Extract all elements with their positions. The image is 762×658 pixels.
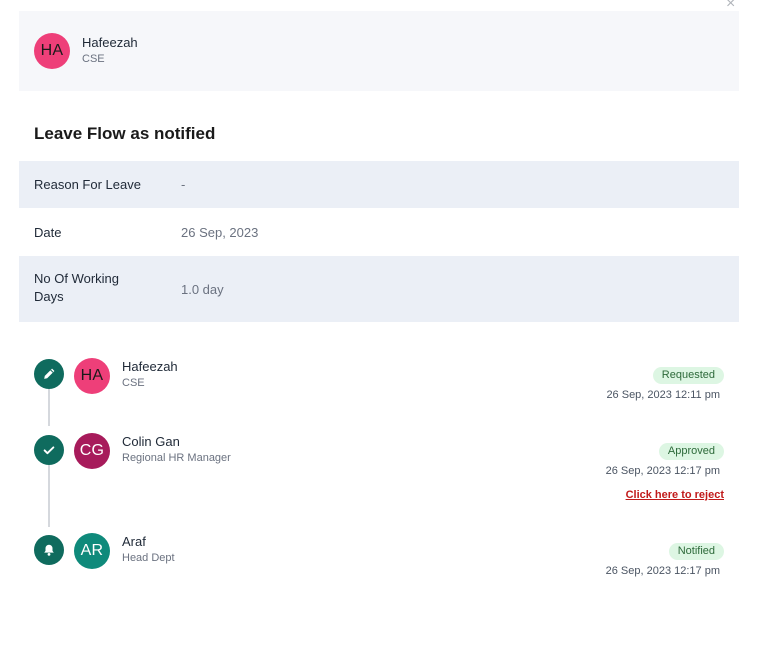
flow-person-name: Araf <box>122 534 146 549</box>
employee-role: CSE <box>82 53 105 65</box>
avatar: CG <box>74 433 110 469</box>
working-days-value: 1.0 day <box>181 282 224 297</box>
date-value: 26 Sep, 2023 <box>181 225 259 240</box>
bell-icon <box>34 535 64 565</box>
detail-row-working-days: No Of Working Days 1.0 day <box>19 256 739 322</box>
status-badge: Approved <box>658 443 724 460</box>
flow-person-name: Colin Gan <box>122 434 180 449</box>
reason-label: Reason For Leave <box>34 177 141 192</box>
employee-header-card: HA Hafeezah CSE <box>19 11 739 91</box>
timeline-connector <box>48 388 50 426</box>
reject-link[interactable]: Click here to reject <box>626 489 724 501</box>
working-days-label: No Of Working Days <box>34 271 120 304</box>
avatar: HA <box>74 358 110 394</box>
flow-person-role: Regional HR Manager <box>122 452 231 464</box>
flow-timestamp: 26 Sep, 2023 12:17 pm <box>605 465 720 477</box>
reason-value: - <box>181 177 186 192</box>
flow-timestamp: 26 Sep, 2023 12:17 pm <box>605 565 720 577</box>
detail-row-reason: Reason For Leave - <box>19 161 739 208</box>
flow-person-name: Hafeezah <box>122 359 178 374</box>
flow-timestamp: 26 Sep, 2023 12:11 pm <box>606 389 720 401</box>
avatar: AR <box>74 533 110 569</box>
section-title: Leave Flow as notified <box>34 124 216 143</box>
avatar: HA <box>34 33 70 69</box>
timeline-connector <box>48 465 50 527</box>
detail-row-date: Date 26 Sep, 2023 <box>19 208 739 256</box>
status-badge: Requested <box>652 367 724 384</box>
date-label: Date <box>34 225 62 240</box>
status-badge: Notified <box>668 543 724 560</box>
check-icon <box>34 435 64 465</box>
employee-name: Hafeezah <box>82 35 138 50</box>
flow-person-role: CSE <box>122 377 145 389</box>
flow-person-role: Head Dept <box>122 552 175 564</box>
pencil-icon <box>34 359 64 389</box>
